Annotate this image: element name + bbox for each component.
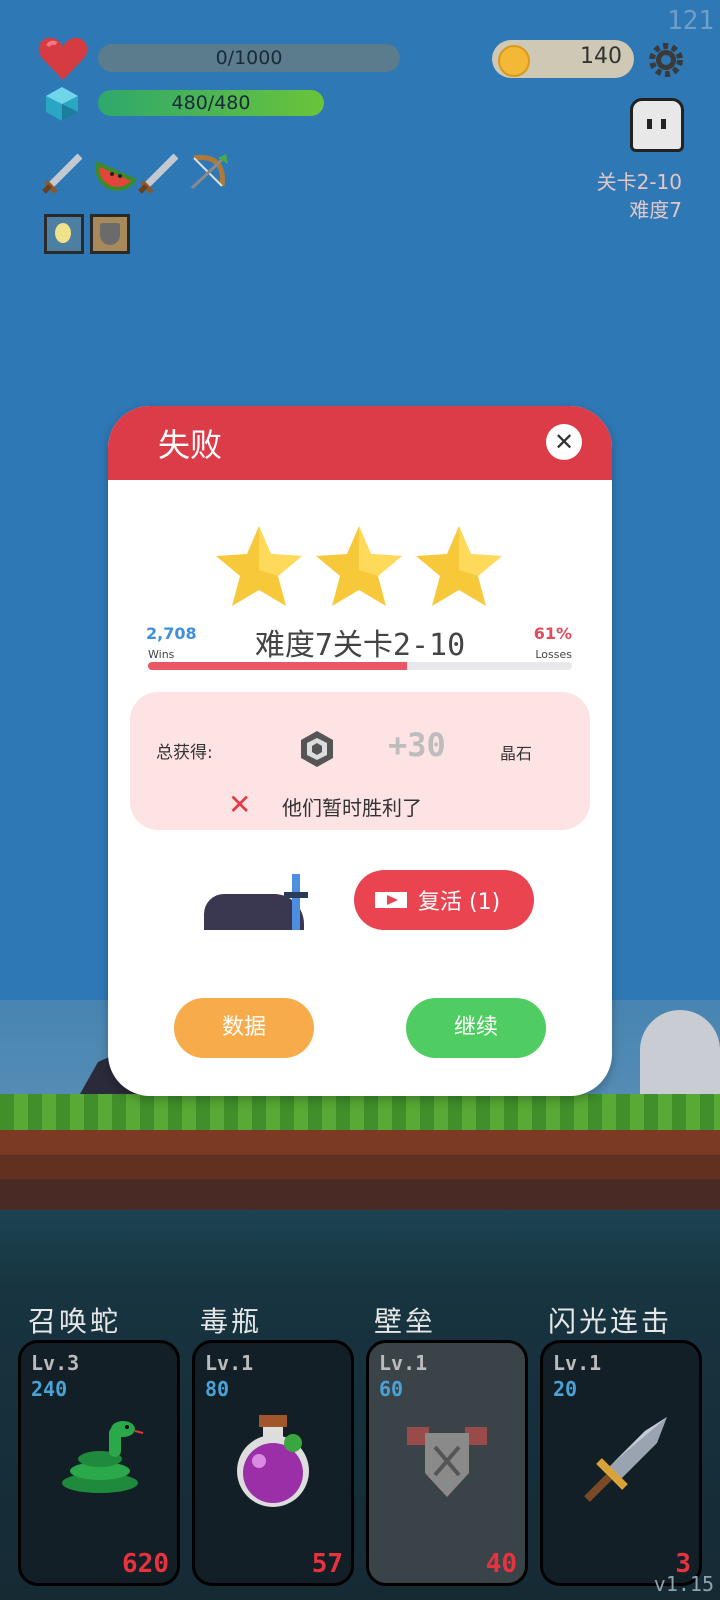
shield-buff-icon[interactable] bbox=[90, 214, 130, 254]
coin-amount: 140 bbox=[580, 44, 622, 69]
mana-text: 480/480 bbox=[171, 92, 251, 114]
reward-label: 总获得: bbox=[156, 743, 213, 763]
fail-x-icon: ✕ bbox=[228, 788, 252, 821]
hp-bar: 0/1000 bbox=[98, 44, 400, 72]
mana-crystal-icon bbox=[44, 86, 80, 126]
coin-counter: 140 bbox=[492, 40, 634, 78]
version-label: v1.15 bbox=[653, 1572, 714, 1596]
armor-icon bbox=[407, 1427, 487, 1497]
poison-bottle-icon bbox=[237, 1415, 309, 1507]
settings-gear-icon[interactable] bbox=[646, 40, 686, 84]
sword-icon[interactable] bbox=[138, 150, 182, 198]
grave-icon bbox=[204, 874, 316, 930]
hp-text: 0/1000 bbox=[215, 47, 283, 69]
skill-count: 620 bbox=[122, 1549, 169, 1579]
data-button[interactable]: 数据 bbox=[174, 998, 314, 1058]
star-icon bbox=[316, 526, 402, 606]
stage-info: 关卡2-10 难度7 bbox=[597, 168, 682, 224]
close-button[interactable]: ✕ bbox=[546, 424, 582, 460]
ghost-pet-icon[interactable] bbox=[630, 98, 684, 152]
skill-card-snake[interactable]: Lv.3 240 620 bbox=[18, 1340, 180, 1586]
defeat-dialog: 失败 ✕ 2,708 Wins 难度7关卡2-10 61% Losses 总获得… bbox=[108, 406, 612, 1096]
continue-button[interactable]: 继续 bbox=[406, 998, 546, 1058]
fail-message: 他们暂时胜利了 bbox=[282, 796, 422, 820]
losses-label: Losses bbox=[535, 648, 572, 661]
crystal-gem-icon bbox=[301, 731, 333, 767]
skill-count: 57 bbox=[311, 1549, 343, 1579]
skill-card-flash-combo[interactable]: Lv.1 20 3 bbox=[540, 1340, 702, 1586]
revive-label: 复活 (1) bbox=[418, 890, 501, 915]
skill-card-fortress[interactable]: Lv.1 60 40 bbox=[366, 1340, 528, 1586]
skill-cost: 20 bbox=[553, 1377, 578, 1401]
skill-card-poison[interactable]: Lv.1 80 57 bbox=[192, 1340, 354, 1586]
coin-icon bbox=[498, 45, 530, 77]
win-loss-progress bbox=[148, 662, 572, 670]
video-ad-icon bbox=[375, 887, 407, 913]
skill-name: 闪光连击 bbox=[548, 1305, 673, 1338]
revive-button[interactable]: 复活 (1) bbox=[354, 870, 534, 930]
grass-ground bbox=[0, 1094, 720, 1132]
mana-bar: 480/480 bbox=[98, 90, 324, 116]
sword-icon[interactable] bbox=[42, 150, 86, 198]
skill-cost: 80 bbox=[205, 1377, 230, 1401]
dagger-icon bbox=[584, 1417, 667, 1502]
snake-icon bbox=[62, 1421, 144, 1493]
reward-unit: 晶石 bbox=[500, 744, 533, 763]
reward-amount: +30 bbox=[388, 726, 446, 764]
dialog-header: 失败 ✕ bbox=[108, 406, 612, 480]
star-icon bbox=[216, 526, 302, 606]
skill-cost: 240 bbox=[31, 1377, 68, 1401]
dialog-title: 失败 bbox=[158, 426, 223, 464]
skill-name: 壁垒 bbox=[374, 1305, 437, 1338]
skill-level: Lv.1 bbox=[205, 1351, 254, 1375]
light-buff-icon[interactable] bbox=[44, 214, 84, 254]
skill-count: 40 bbox=[485, 1549, 517, 1579]
skill-name: 召唤蛇 bbox=[28, 1305, 122, 1338]
dirt-ground bbox=[0, 1130, 720, 1212]
star-icon bbox=[416, 526, 502, 606]
losses-value: 61% bbox=[533, 624, 572, 643]
skill-level: Lv.1 bbox=[379, 1351, 428, 1375]
fps-counter: 121 bbox=[667, 6, 714, 36]
background-dome bbox=[640, 1010, 720, 1094]
bow-icon[interactable] bbox=[186, 150, 230, 198]
skill-name: 毒瓶 bbox=[200, 1305, 263, 1338]
skill-cost: 60 bbox=[379, 1377, 404, 1401]
watermelon-icon[interactable] bbox=[94, 150, 138, 198]
reward-panel: 总获得: +30 晶石 ✕ 他们暂时胜利了 bbox=[130, 692, 590, 830]
difficulty-line: 难度7 bbox=[629, 198, 682, 222]
skill-level: Lv.3 bbox=[31, 1351, 80, 1375]
close-icon: ✕ bbox=[553, 428, 575, 456]
skill-level: Lv.1 bbox=[553, 1351, 602, 1375]
heart-icon bbox=[38, 36, 88, 86]
stage-line: 关卡2-10 bbox=[596, 170, 682, 194]
